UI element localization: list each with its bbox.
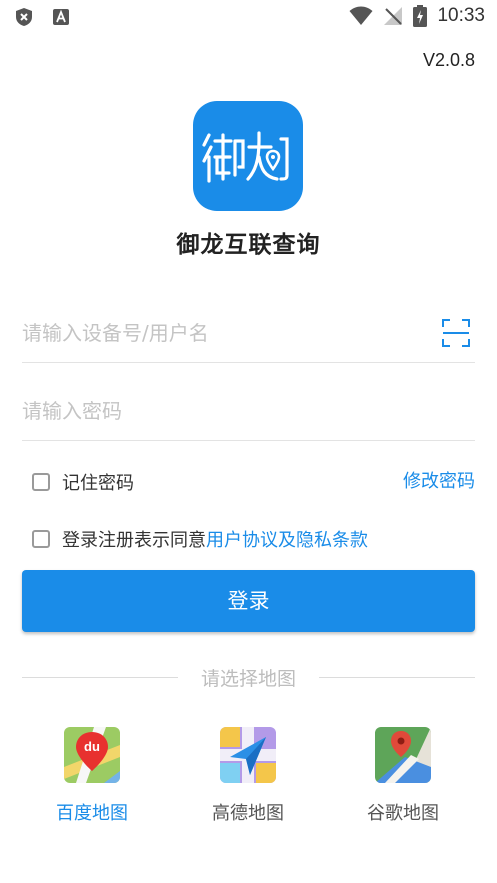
agreement-checkbox[interactable] (32, 530, 50, 548)
text-notification-icon (53, 9, 69, 25)
clock: 10:33 (437, 5, 485, 26)
no-signal-icon (384, 7, 403, 25)
map-section-title: 请选择地图 (200, 668, 296, 690)
battery-charging-icon (413, 5, 428, 27)
agreement-prefix: 登录注册表示同意 (62, 530, 206, 551)
version-label: V2.0.8 (422, 50, 475, 70)
password-field-row (22, 381, 475, 441)
app-title: 御龙互联查询 (176, 232, 321, 258)
user-agreement-link[interactable]: 用户协议及隐私条款 (206, 530, 368, 551)
status-bar: 10:33 (0, 0, 497, 34)
password-input[interactable] (22, 381, 422, 441)
shield-notification-icon (16, 8, 32, 26)
device-field-row (22, 303, 475, 363)
map-option-baidu[interactable]: du 百度地图 (27, 727, 157, 825)
wifi-icon (349, 6, 373, 25)
remember-password-label: 记住密码 (62, 473, 134, 494)
baidu-map-icon: du (64, 727, 120, 783)
app-logo-icon (202, 131, 289, 183)
remember-password-checkbox[interactable] (32, 473, 50, 491)
agreement-row: 登录注册表示同意用户协议及隐私条款 (32, 526, 368, 552)
google-maps-icon (375, 727, 431, 783)
scan-icon[interactable] (441, 318, 471, 348)
map-option-label: 高德地图 (212, 803, 284, 824)
change-password-link[interactable]: 修改密码 (403, 467, 475, 493)
login-button[interactable]: 登录 (22, 570, 475, 632)
remember-password-row[interactable]: 记住密码 (32, 469, 134, 495)
device-input[interactable] (22, 303, 422, 363)
map-option-amap[interactable]: 高德地图 (183, 727, 313, 825)
agreement-text: 登录注册表示同意用户协议及隐私条款 (62, 526, 368, 552)
svg-text:du: du (84, 739, 100, 754)
app-logo (193, 101, 303, 211)
map-option-google[interactable]: 谷歌地图 (338, 727, 468, 825)
amap-icon (220, 727, 276, 783)
map-option-label: 谷歌地图 (367, 803, 439, 824)
map-option-label: 百度地图 (56, 803, 128, 824)
